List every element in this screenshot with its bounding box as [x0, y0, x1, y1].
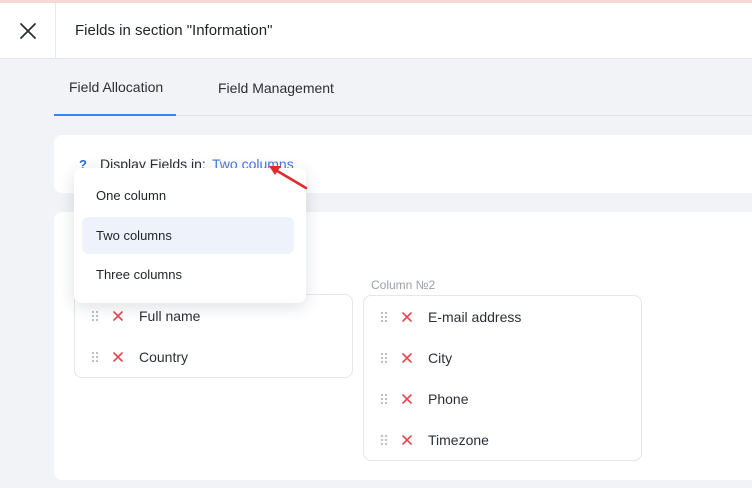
- drag-handle-icon[interactable]: [380, 434, 388, 446]
- field-row: E-mail address: [364, 306, 521, 328]
- close-icon: [19, 22, 36, 39]
- drag-handle-icon[interactable]: [91, 351, 99, 363]
- field-row: Full name: [75, 305, 200, 327]
- dialog-title: Fields in section "Information": [75, 22, 273, 39]
- field-label: Country: [139, 349, 189, 365]
- remove-icon[interactable]: [402, 312, 412, 322]
- field-label: Phone: [428, 391, 469, 407]
- column-2-title: Column №2: [371, 278, 436, 292]
- remove-icon[interactable]: [402, 435, 412, 445]
- tab-field-allocation[interactable]: Field Allocation: [54, 60, 176, 116]
- dropdown-option-three-columns[interactable]: Three columns: [82, 256, 294, 293]
- remove-icon[interactable]: [113, 311, 123, 321]
- drag-handle-icon[interactable]: [91, 310, 99, 322]
- field-row: Country: [75, 346, 188, 368]
- field-label: Timezone: [428, 432, 489, 448]
- field-label: City: [428, 350, 453, 366]
- drag-handle-icon[interactable]: [380, 352, 388, 364]
- close-button[interactable]: [0, 2, 56, 59]
- drag-handle-icon[interactable]: [380, 393, 388, 405]
- column-2-box: E-mail address City Phone Timezone: [363, 295, 642, 461]
- drag-handle-icon[interactable]: [380, 311, 388, 323]
- field-row: Phone: [364, 388, 468, 410]
- remove-icon[interactable]: [402, 394, 412, 404]
- tab-field-management[interactable]: Field Management: [218, 60, 358, 116]
- remove-icon[interactable]: [402, 353, 412, 363]
- tab-bar: Field Allocation Field Management: [54, 60, 752, 116]
- annotation-arrow: [269, 166, 308, 190]
- remove-icon[interactable]: [113, 352, 123, 362]
- field-row: Timezone: [364, 429, 489, 451]
- field-label: E-mail address: [428, 309, 522, 325]
- dialog-header: Fields in section "Information": [0, 2, 752, 59]
- field-label: Full name: [139, 308, 201, 324]
- dropdown-option-two-columns[interactable]: Two columns: [82, 217, 294, 254]
- column-1-box: Full name Country: [74, 294, 353, 378]
- field-row: City: [364, 347, 452, 369]
